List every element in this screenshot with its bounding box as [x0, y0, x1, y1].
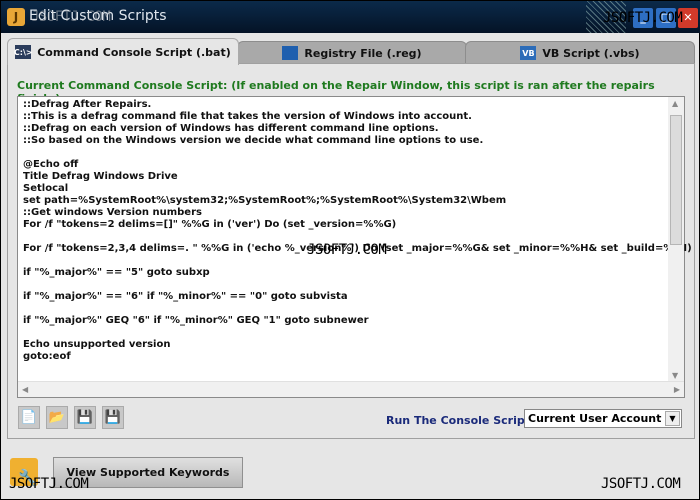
app-icon: J — [7, 8, 25, 26]
tab-vb-script[interactable]: VB VB Script (.vbs) — [465, 41, 695, 64]
script-line: ::Get windows Version numbers — [23, 207, 202, 218]
script-line: Title Defrag Windows Drive — [23, 171, 178, 182]
registry-icon — [282, 46, 299, 60]
script-line: ::Defrag on each version of Windows has … — [23, 123, 439, 134]
watermark: JSOFTJ.COM — [31, 9, 111, 25]
watermark: JSOFTJ.COM — [601, 476, 681, 492]
script-line — [23, 327, 692, 339]
script-line — [23, 147, 692, 159]
script-text[interactable]: ::Defrag After Repairs.::This is a defra… — [23, 99, 692, 363]
edit-custom-scripts-window: J Edit Custom Scripts _ □ ✕ C:\> Command… — [0, 0, 700, 500]
scroll-up-icon[interactable]: ▲ — [672, 99, 678, 108]
tab-command-console[interactable]: C:\> Command Console Script (.bat) — [7, 38, 239, 65]
script-line: set path=%SystemRoot%\system32;%SystemRo… — [23, 195, 507, 206]
script-line: ::So based on the Windows version we dec… — [23, 135, 484, 146]
run-as-value: Current User Account — [528, 412, 662, 425]
script-line: if "%_major%" GEQ "6" if "%_minor%" GEQ … — [23, 315, 369, 326]
console-icon: C:\> — [14, 45, 33, 59]
vbs-file-icon: VB — [520, 46, 537, 60]
watermark: JSOFTJ.COM — [9, 476, 89, 492]
scroll-left-icon[interactable]: ◀ — [22, 385, 28, 394]
open-script-button[interactable]: 📂 — [46, 406, 68, 429]
chevron-down-icon[interactable]: ▼ — [665, 411, 680, 426]
script-line — [23, 279, 692, 291]
script-line: goto:eof — [23, 351, 71, 362]
new-file-icon: 📄 — [20, 410, 38, 425]
script-line: if "%_major%" == "6" if "%_minor%" == "0… — [23, 291, 348, 302]
save-icon: 💾 — [76, 410, 94, 425]
vertical-scrollbar[interactable]: ▲ ▼ — [668, 97, 684, 382]
tab-label: Command Console Script (.bat) — [37, 45, 231, 59]
open-folder-icon: 📂 — [48, 410, 66, 425]
tab-registry-file[interactable]: Registry File (.reg) — [237, 41, 467, 64]
save-as-icon: 💾 — [104, 410, 122, 425]
watermark: JSOFTJ.COM — [307, 242, 387, 258]
tab-label: Registry File (.reg) — [304, 46, 422, 60]
script-tabs: C:\> Command Console Script (.bat) Regis… — [7, 38, 695, 65]
horizontal-scrollbar[interactable]: ◀ ▶ — [18, 381, 684, 397]
script-line: if "%_major%" == "5" goto subxp — [23, 267, 210, 278]
scroll-thumb[interactable] — [670, 115, 682, 245]
save-as-script-button[interactable]: 💾 — [102, 406, 124, 429]
script-line: For /f "tokens=2 delims=[]" %%G in ('ver… — [23, 219, 397, 230]
script-line — [23, 303, 692, 315]
script-line: ::Defrag After Repairs. — [23, 99, 152, 110]
script-line: Echo unsupported version — [23, 339, 171, 350]
new-script-button[interactable]: 📄 — [18, 406, 40, 429]
scroll-right-icon[interactable]: ▶ — [674, 385, 680, 394]
script-line: Setlocal — [23, 183, 69, 194]
save-script-button[interactable]: 💾 — [74, 406, 96, 429]
scroll-down-icon[interactable]: ▼ — [672, 371, 678, 380]
watermark: JSOFTJ.COM — [603, 10, 683, 26]
script-line: @Echo off — [23, 159, 79, 170]
run-as-select[interactable]: Current User Account ▼ — [524, 409, 682, 428]
script-line: ::This is a defrag command file that tak… — [23, 111, 472, 122]
tab-label: VB Script (.vbs) — [542, 46, 640, 60]
